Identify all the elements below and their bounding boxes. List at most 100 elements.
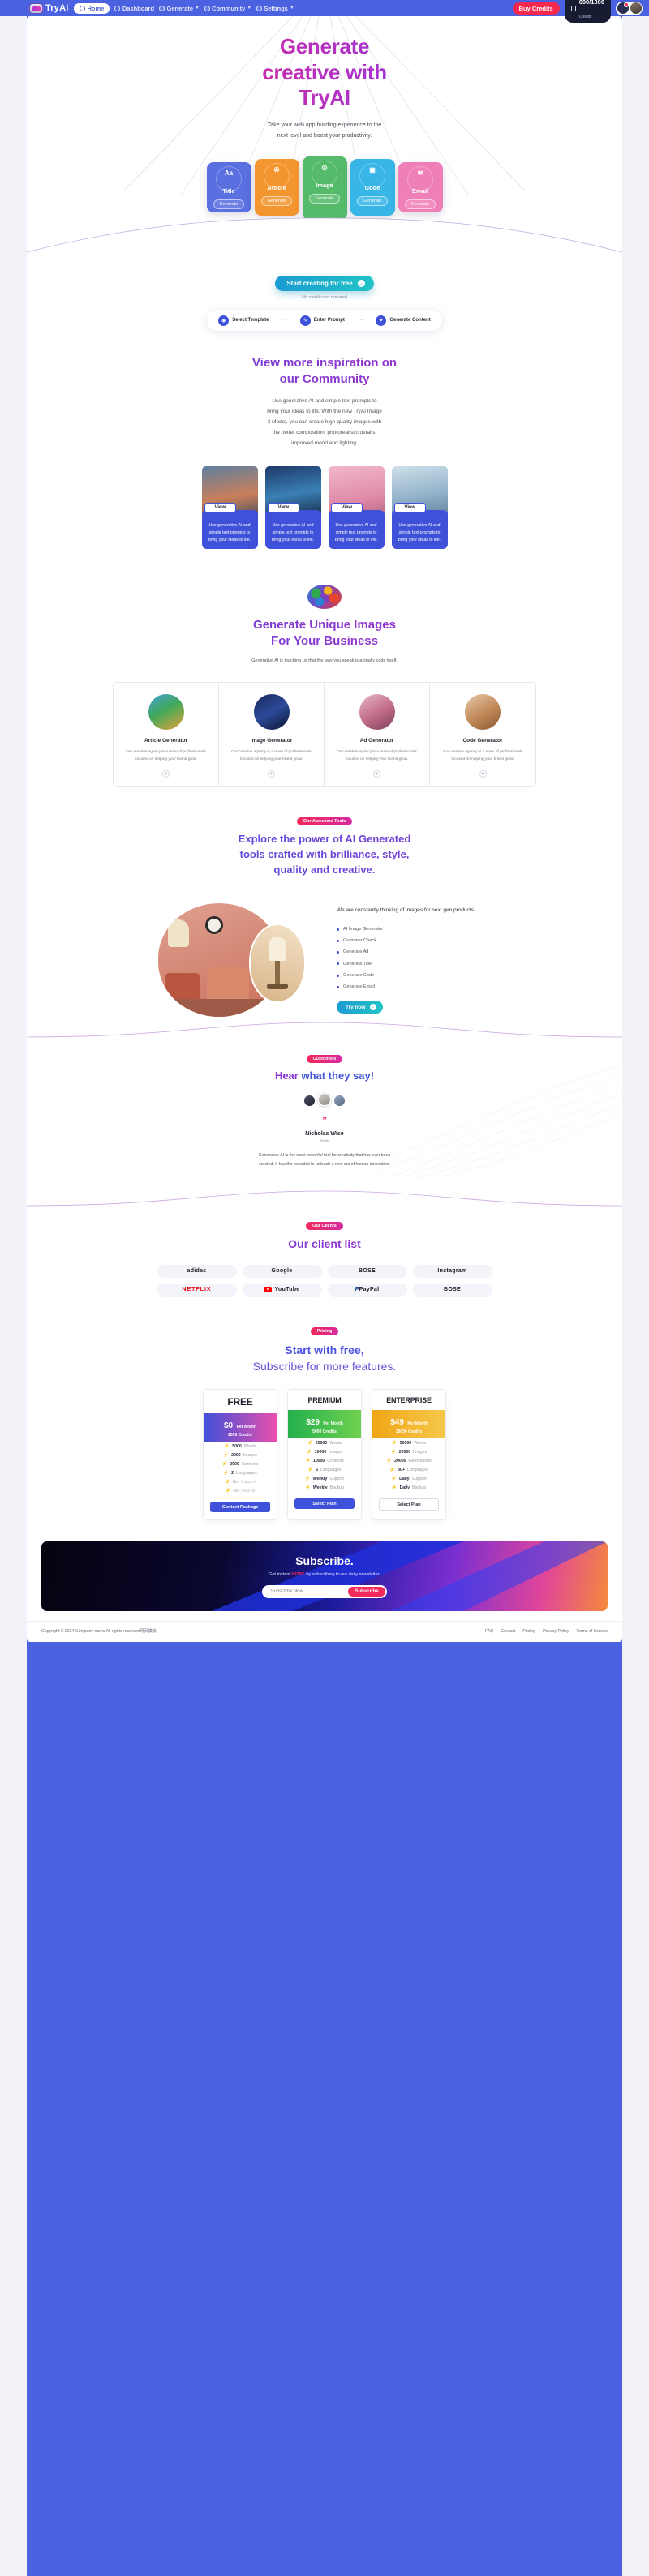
credits-label: Credits	[578, 15, 592, 19]
plan-feature: ⚡ 10000 Contents	[288, 1456, 361, 1465]
hero-curve-decoration	[27, 217, 622, 264]
generator-thumbnail	[148, 694, 184, 731]
subscribe-button[interactable]: Subscribe	[348, 1587, 385, 1597]
nav-item-community[interactable]: Community ▼	[204, 5, 251, 12]
credits-value: 690/1000	[578, 0, 604, 6]
feature-value: 2000	[231, 1452, 241, 1458]
feature-card-name: Article	[267, 184, 286, 192]
generator-card-code[interactable]: Code Generator Our creative agency is a …	[430, 683, 535, 786]
step-generate-content[interactable]: ✦ Generate Content	[376, 315, 431, 326]
feature-card-button[interactable]: Generate	[260, 196, 293, 207]
right-gutter	[622, 16, 649, 2576]
avatar[interactable]	[334, 1095, 345, 1106]
feature-card-article[interactable]: ✇ Article Generate	[254, 159, 299, 216]
expand-icon[interactable]: +	[479, 770, 487, 778]
footer-link-terms[interactable]: Terms of Service	[576, 1629, 608, 1634]
bolt-icon: ⚡	[225, 1479, 230, 1485]
subscribe-email-input[interactable]	[264, 1589, 349, 1595]
notifications-icon[interactable]	[617, 2, 629, 14]
dashboard-icon	[114, 5, 121, 11]
email-glyph-icon: ✉	[417, 169, 423, 178]
home-icon	[79, 5, 85, 11]
buy-credits-button[interactable]: Buy Credits	[512, 2, 560, 15]
view-button[interactable]: View	[330, 502, 363, 513]
logo-label: Google	[271, 1268, 293, 1275]
view-button[interactable]: View	[204, 502, 237, 513]
gallery-card-text: Use generative AI and simple text prompt…	[398, 522, 441, 542]
feature-card-button[interactable]: Generate	[213, 199, 245, 210]
try-now-label: Try now	[346, 1004, 366, 1010]
brand-logo[interactable]: TryAI	[28, 2, 69, 14]
nav-label-dashboard: Dashboard	[122, 4, 155, 12]
pricing-plan-free: FREE $0 Per Month 2000 Credits ⚡ 5000 Word…	[203, 1389, 277, 1521]
avatar[interactable]	[630, 2, 642, 14]
feature-card-email[interactable]: ✉ Email Generate	[398, 162, 443, 213]
feature-value: 2000	[230, 1461, 239, 1467]
footer-link-pricing[interactable]: Pricing	[522, 1629, 535, 1634]
generator-thumbnail	[359, 694, 395, 731]
gallery-card: View Use generative AI and simple text p…	[264, 465, 321, 549]
plan-price-band: $0 Per Month 2000 Credits	[204, 1413, 277, 1442]
tools-title-line3: quality and creative.	[273, 863, 376, 876]
subscribe-section: Subscribe. Get instant NEWS by subscribi…	[27, 1541, 622, 1621]
avatar[interactable]	[318, 1092, 331, 1106]
feature-card-button[interactable]: Generate	[356, 196, 389, 207]
expand-icon[interactable]: +	[268, 770, 275, 778]
footer-link-contact[interactable]: Contact	[501, 1629, 515, 1634]
footer-link-faq[interactable]: FAQ	[485, 1629, 493, 1634]
nav-item-generate[interactable]: Generate ▼	[159, 5, 200, 12]
avatar[interactable]	[304, 1095, 315, 1106]
generator-name: Image Generator	[250, 738, 293, 744]
feature-card-name: Code	[364, 184, 380, 192]
view-button[interactable]: View	[267, 502, 300, 513]
feature-card-name: Email	[411, 187, 428, 195]
credits-indicator[interactable]: 690/1000 Credits	[564, 0, 611, 23]
footer-link-privacy[interactable]: Privacy Policy	[543, 1629, 569, 1634]
feature-card-button[interactable]: Generate	[404, 199, 436, 210]
plan-select-button[interactable]: Content Package	[210, 1502, 270, 1513]
gallery-card-body: View Use generative AI and simple text p…	[201, 502, 258, 549]
bolt-icon: ⚡	[307, 1440, 313, 1446]
generator-card-article[interactable]: Article Generator Our creative agency is…	[114, 683, 219, 786]
step-enter-prompt[interactable]: ✎ Enter Prompt	[299, 315, 345, 326]
step-label: Select Template	[232, 318, 269, 323]
try-now-button[interactable]: Try now →	[337, 1001, 383, 1014]
plan-credits: 2000 Credits	[228, 1433, 252, 1438]
feature-card-image[interactable]: ◎ Image Generate	[302, 156, 347, 221]
client-logo-youtube: YouTube	[242, 1283, 322, 1297]
nav-item-home[interactable]: Home	[73, 2, 110, 14]
community-title-line2: our Community	[279, 372, 370, 387]
generator-card-image[interactable]: Image Generator Our creative agency is a…	[219, 683, 324, 786]
client-logo-adidas: adidas	[157, 1264, 237, 1278]
generator-name: Article Generator	[144, 738, 188, 744]
feature-label: Support	[411, 1476, 427, 1481]
pricing-plans: FREE $0 Per Month 2000 Credits ⚡ 5000 Word…	[27, 1389, 622, 1521]
generator-card-ad[interactable]: Ad Generator Our creative agency is a te…	[324, 683, 430, 786]
clients-section: Our Clients Our client list adidas Googl…	[27, 1209, 622, 1314]
plan-select-button[interactable]: Select Plan	[379, 1498, 439, 1511]
brand-name: TryAI	[45, 3, 69, 13]
generator-thumbnail	[253, 694, 290, 731]
nav-item-settings[interactable]: Settings ▼	[256, 5, 294, 12]
expand-icon[interactable]: +	[162, 770, 170, 778]
plan-price-band: $29 Per Month 5000 Credits	[288, 1410, 361, 1439]
feature-card-button[interactable]: Generate	[308, 194, 341, 204]
footer-links: FAQ Contact Pricing Privacy Policy Terms…	[485, 1629, 608, 1634]
step-select-template[interactable]: ◉ Select Template	[218, 315, 269, 326]
plan-select-button[interactable]: Select Plan	[294, 1498, 355, 1510]
feature-card-title[interactable]: Aa Title Generate	[206, 162, 251, 213]
expand-icon[interactable]: +	[373, 770, 380, 778]
tool-list-item: Generate Ad	[337, 946, 491, 958]
nav-item-dashboard[interactable]: Dashboard	[114, 5, 154, 12]
unique-images-section: Generate Unique Images For Your Business…	[27, 549, 622, 787]
feature-card-code[interactable]: ▣ Code Generate	[350, 159, 395, 216]
bullet-icon	[337, 939, 339, 942]
subscribe-card: Subscribe. Get instant NEWS by subscribi…	[41, 1541, 608, 1612]
section-divider-wave	[27, 1022, 622, 1037]
tools-title: Explore the power of AI Generated tools …	[27, 832, 622, 878]
view-button[interactable]: View	[393, 502, 427, 513]
tools-section: Our Awesome Tools Explore the power of A…	[27, 787, 622, 1021]
gallery-card: View Use generative AI and simple text p…	[391, 465, 448, 549]
unique-title: Generate Unique Images For Your Business	[27, 617, 622, 650]
start-creating-button[interactable]: Start creating for free →	[275, 276, 374, 291]
